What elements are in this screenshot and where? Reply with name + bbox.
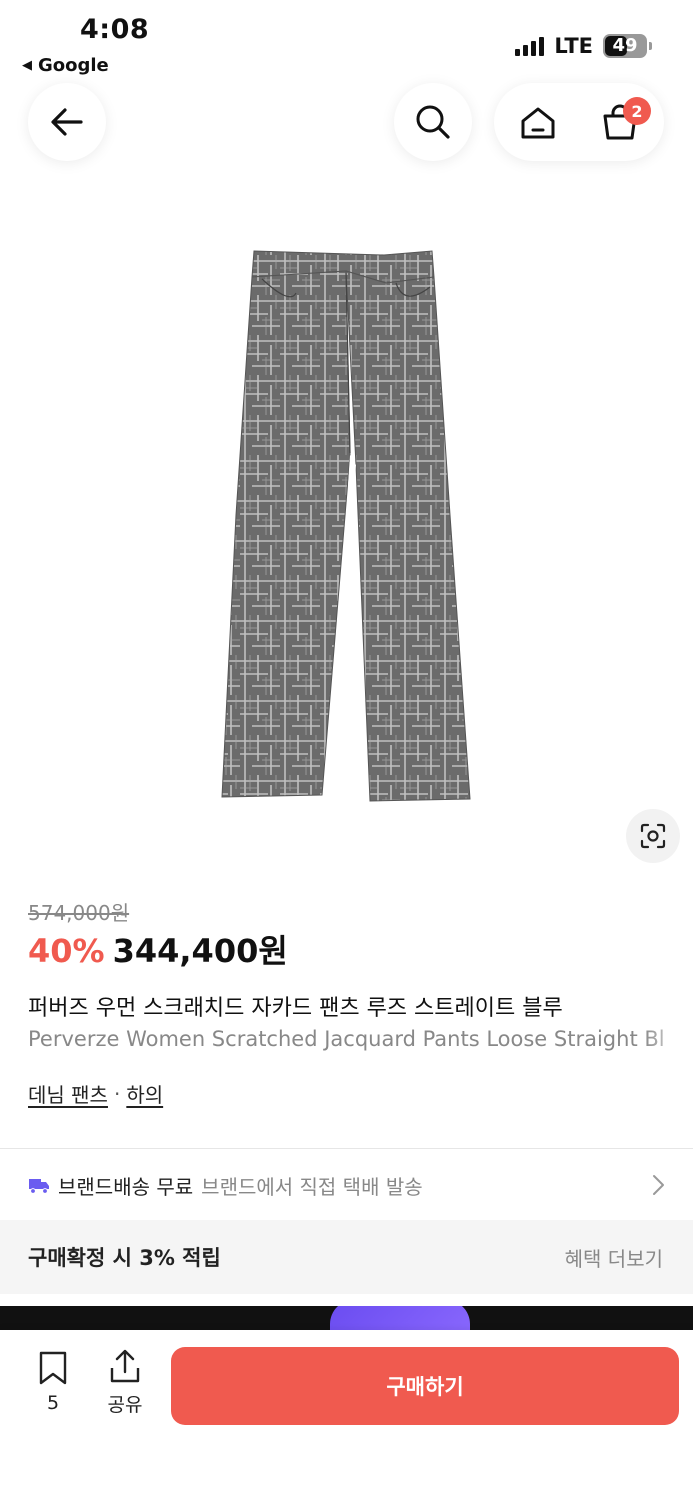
category-link-denim-pants[interactable]: 데님 팬츠 — [28, 1079, 108, 1108]
back-app-label: Google — [38, 55, 109, 76]
benefit-row: 구매확정 시 3% 적립 혜택 더보기 — [0, 1220, 693, 1294]
original-price: 574,000원 — [28, 901, 130, 925]
buy-button[interactable]: 구매하기 — [171, 1347, 679, 1425]
back-triangle-icon: ◀ — [22, 58, 32, 73]
nav-actions: 2 — [494, 83, 664, 161]
bookmark-icon — [39, 1351, 67, 1385]
shipping-info-row[interactable]: 브랜드배송 무료 브랜드에서 직접 택배 발송 — [0, 1150, 693, 1220]
image-search-button[interactable] — [626, 809, 680, 863]
chevron-right-icon — [653, 1175, 664, 1195]
section-divider — [0, 1148, 693, 1149]
arrow-left-icon — [51, 108, 83, 136]
share-button[interactable]: 공유 — [100, 1348, 150, 1417]
search-button[interactable] — [394, 83, 472, 161]
status-time: 4:08 — [80, 14, 150, 45]
back-to-app-link[interactable]: ◀ Google — [22, 55, 109, 76]
network-label: LTE — [554, 34, 593, 58]
shipping-label: 브랜드배송 무료 — [58, 1174, 194, 1199]
price-row: 40% 344,400원 — [28, 926, 288, 972]
breadcrumb: 데님 팬츠 · 하의 — [28, 1079, 163, 1108]
bottom-action-bar: 5 공유 구매하기 — [0, 1330, 693, 1500]
cart-badge: 2 — [623, 97, 651, 125]
share-label: 공유 — [107, 1394, 143, 1416]
battery-level: 49 — [612, 35, 638, 56]
category-link-bottoms[interactable]: 하의 — [126, 1079, 163, 1108]
home-button[interactable] — [508, 93, 568, 153]
sale-price: 344,400원 — [112, 932, 288, 970]
back-button[interactable] — [28, 83, 106, 161]
product-title-ko: 퍼버즈 우먼 스크래치드 자카드 팬츠 루즈 스트레이트 블루 — [28, 996, 563, 1021]
truck-icon — [29, 1179, 49, 1194]
discount-rate: 40% — [28, 932, 105, 970]
category-separator: · — [113, 1081, 121, 1106]
title-fade — [643, 1022, 693, 1056]
benefit-more-link[interactable]: 혜택 더보기 — [565, 1243, 663, 1272]
signal-icon — [515, 36, 545, 56]
status-indicators: LTE 49 — [515, 34, 652, 58]
lens-scan-icon — [640, 823, 666, 849]
share-icon — [110, 1349, 140, 1383]
shipping-description: 브랜드에서 직접 택배 발송 — [201, 1174, 423, 1199]
bookmark-button[interactable]: 5 — [30, 1350, 76, 1414]
home-icon — [521, 107, 555, 139]
product-title-en: Perverze Women Scratched Jacquard Pants … — [28, 1027, 665, 1051]
bookmark-count: 5 — [46, 1392, 60, 1414]
search-icon — [416, 105, 450, 139]
product-image[interactable] — [0, 215, 693, 875]
benefit-label: 구매확정 시 3% 적립 — [28, 1246, 221, 1270]
battery-icon: 49 — [603, 34, 652, 58]
jeans-pants-image — [221, 250, 471, 802]
